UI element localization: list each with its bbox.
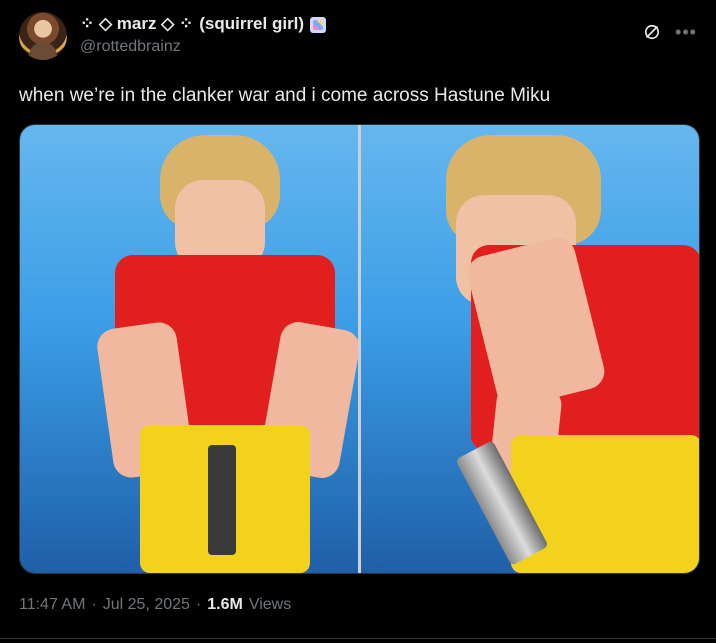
profile-badge-icon [310, 17, 327, 33]
grok-icon[interactable] [640, 20, 664, 44]
meme-panel-left [20, 125, 358, 573]
user-names: ⁘ ◇ marz ◇ ⁘ (squirrel girl) @rottedbrai… [80, 14, 327, 57]
tweet-time[interactable]: 11:47 AM [19, 595, 85, 615]
meme-panel-right [361, 125, 699, 573]
views-label: Views [248, 596, 292, 613]
display-name[interactable]: ⁘ ◇ marz ◇ ⁘ (squirrel girl) [80, 14, 327, 34]
more-icon[interactable]: ••• [674, 20, 698, 44]
header-actions: ••• [640, 20, 698, 44]
yellow-pants [511, 435, 699, 573]
bottom-divider [0, 638, 716, 639]
meta-separator: · [195, 596, 202, 613]
display-name-suffix: (squirrel girl) [199, 14, 305, 33]
tweet-media[interactable] [19, 124, 700, 574]
tweet-text: when we’re in the clanker war and i come… [19, 85, 551, 106]
display-name-prefix: ⁘ ◇ marz ◇ ⁘ [80, 14, 194, 33]
views-count: 1.6M [207, 596, 243, 613]
meta-separator: · [91, 596, 97, 613]
pistol [208, 445, 236, 555]
handle[interactable]: @rottedbrainz [80, 37, 326, 57]
avatar[interactable] [19, 12, 67, 60]
tweet-meta: 11:47 AM · Jul 25, 2025 · 1.6M Views [19, 595, 698, 615]
tweet-date[interactable]: Jul 25, 2025 [103, 595, 190, 615]
tweet-header: ⁘ ◇ marz ◇ ⁘ (squirrel girl) @rottedbrai… [19, 12, 698, 62]
